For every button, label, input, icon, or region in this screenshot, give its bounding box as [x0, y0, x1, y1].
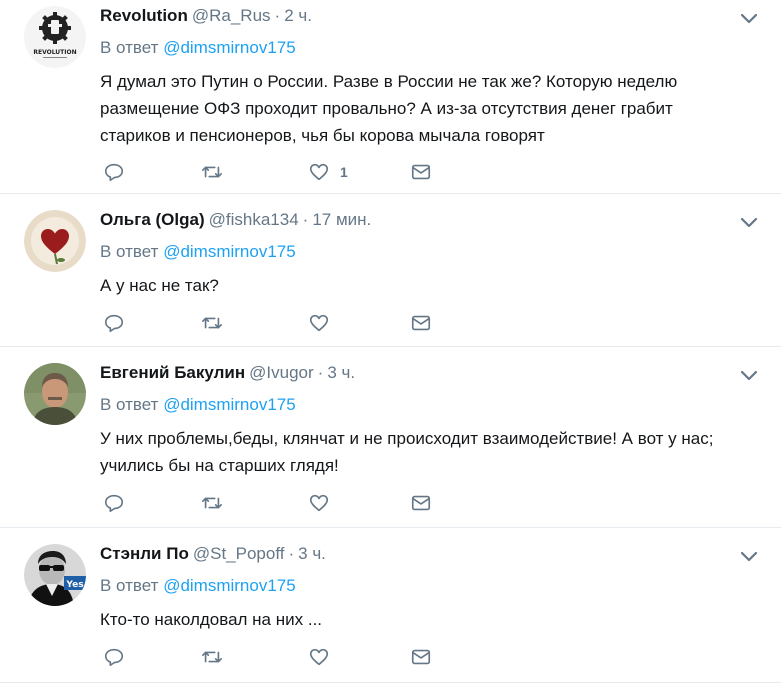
direct-message-button[interactable]: [410, 312, 432, 334]
reply-prefix: В ответ: [100, 576, 159, 595]
reply-icon: [104, 163, 124, 182]
reply-prefix: В ответ: [100, 242, 159, 261]
reply-prefix: В ответ: [100, 395, 159, 414]
caret-down-icon[interactable]: [737, 364, 761, 388]
separator-dot: ·: [302, 210, 309, 229]
like-icon: [309, 163, 329, 181]
like-button[interactable]: [308, 646, 410, 668]
retweet-icon: [202, 166, 222, 178]
caret-down-icon[interactable]: [737, 545, 761, 569]
avatar-logo-text: REVOLUTION: [33, 49, 76, 56]
tweet-text: У них проблемы,беды, клянчат и не происх…: [100, 429, 714, 475]
display-name[interactable]: Евгений Бакулин: [100, 363, 245, 383]
tweet-feed: REVOLUTION Revolution @Ra_Rus · 2 ч. В о…: [0, 0, 781, 683]
like-icon: [309, 648, 329, 666]
reply-button[interactable]: [103, 312, 201, 334]
timestamp[interactable]: 3 ч.: [298, 544, 326, 564]
retweet-button[interactable]: [201, 492, 308, 514]
tweet[interactable]: REVOLUTION Revolution @Ra_Rus · 2 ч. В о…: [0, 0, 781, 194]
reply-prefix: В ответ: [100, 38, 159, 57]
timestamp[interactable]: 3 ч.: [327, 363, 355, 383]
reply-context: В ответ @dimsmirnov175: [100, 395, 781, 415]
tweet-actions: [103, 646, 432, 668]
like-icon: [309, 494, 329, 512]
reply-mention-link[interactable]: @dimsmirnov175: [163, 38, 296, 57]
caret-down-icon[interactable]: [737, 7, 761, 31]
direct-message-icon: [411, 649, 431, 665]
tweet-header: Ольга (Olga) @fishka134 · 17 мин.: [100, 194, 781, 230]
like-count: 1: [340, 164, 348, 180]
avatar-badge-text: Yes: [65, 580, 83, 590]
reply-icon: [104, 494, 124, 513]
direct-message-icon: [411, 164, 431, 180]
direct-message-button[interactable]: [410, 492, 432, 514]
retweet-icon: [202, 317, 222, 329]
tweet-actions: 1: [103, 161, 432, 183]
user-handle[interactable]: @Ra_Rus: [192, 6, 271, 26]
reply-button[interactable]: [103, 492, 201, 514]
retweet-button[interactable]: [201, 646, 308, 668]
direct-message-icon: [411, 495, 431, 511]
timestamp[interactable]: 2 ч.: [284, 6, 312, 26]
tweet-text: Я думал это Путин о России. Разве в Росс…: [100, 72, 678, 145]
reply-context: В ответ @dimsmirnov175: [100, 38, 781, 58]
retweet-button[interactable]: [201, 161, 308, 183]
tweet-header: Стэнли По @St_Popoff · 3 ч.: [100, 528, 781, 564]
separator-dot: ·: [317, 363, 324, 382]
tweet-actions: [103, 312, 432, 334]
tweet-text: А у нас не так?: [100, 276, 219, 295]
tweet[interactable]: Евгений Бакулин @Ivugor · 3 ч. В ответ @…: [0, 347, 781, 528]
avatar[interactable]: [24, 210, 86, 272]
user-handle[interactable]: @Ivugor: [249, 363, 314, 383]
tweet-header: Revolution @Ra_Rus · 2 ч.: [100, 0, 781, 26]
reply-button[interactable]: [103, 646, 201, 668]
avatar[interactable]: Yes: [24, 544, 86, 606]
reply-mention-link[interactable]: @dimsmirnov175: [163, 395, 296, 414]
like-button[interactable]: [308, 492, 410, 514]
caret-down-icon[interactable]: [737, 211, 761, 235]
timestamp[interactable]: 17 мин.: [312, 210, 371, 230]
direct-message-button[interactable]: [410, 646, 432, 668]
reply-button[interactable]: [103, 161, 201, 183]
like-button[interactable]: [308, 312, 410, 334]
retweet-icon: [202, 651, 222, 663]
avatar[interactable]: [24, 363, 86, 425]
user-handle[interactable]: @St_Popoff: [193, 544, 285, 564]
avatar[interactable]: REVOLUTION: [24, 6, 86, 68]
user-handle[interactable]: @fishka134: [209, 210, 299, 230]
retweet-button[interactable]: [201, 312, 308, 334]
reply-context: В ответ @dimsmirnov175: [100, 242, 781, 262]
like-icon: [309, 314, 329, 332]
display-name[interactable]: Ольга (Olga): [100, 210, 205, 230]
tweet[interactable]: Yes Стэнли По @St_Popoff · 3 ч. В ответ …: [0, 528, 781, 683]
tweet-header: Евгений Бакулин @Ivugor · 3 ч.: [100, 347, 781, 383]
reply-mention-link[interactable]: @dimsmirnov175: [163, 576, 296, 595]
display-name[interactable]: Стэнли По: [100, 544, 189, 564]
separator-dot: ·: [288, 544, 295, 563]
reply-mention-link[interactable]: @dimsmirnov175: [163, 242, 296, 261]
direct-message-button[interactable]: [410, 161, 432, 183]
reply-context: В ответ @dimsmirnov175: [100, 576, 781, 596]
reply-icon: [104, 314, 124, 333]
tweet-text: Кто-то наколдовал на них ...: [100, 610, 323, 629]
retweet-icon: [202, 497, 222, 509]
direct-message-icon: [411, 315, 431, 331]
display-name[interactable]: Revolution: [100, 6, 188, 26]
separator-dot: ·: [274, 6, 281, 25]
tweet[interactable]: Ольга (Olga) @fishka134 · 17 мин. В отве…: [0, 194, 781, 347]
reply-icon: [104, 648, 124, 667]
like-button[interactable]: 1: [308, 161, 410, 183]
tweet-actions: [103, 492, 432, 514]
